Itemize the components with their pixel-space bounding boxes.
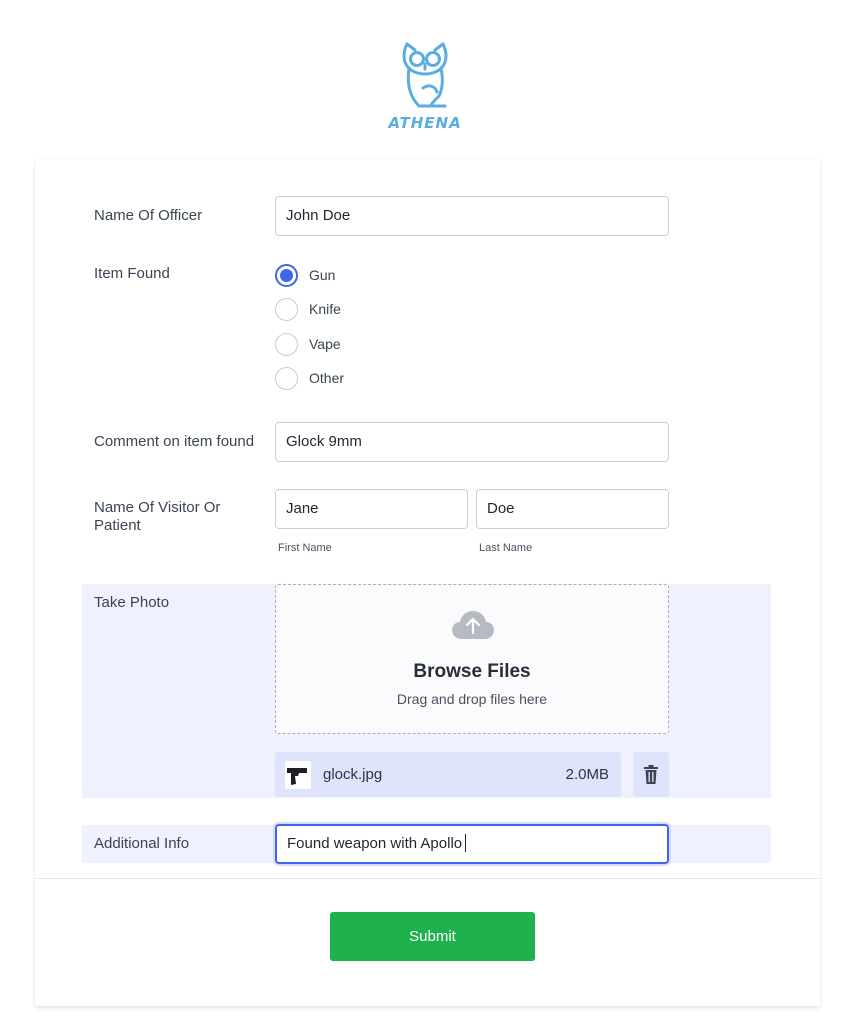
report-form-card: Name Of Officer John Doe Item Found Gun … [35,160,820,1006]
comment-label: Comment on item found [94,433,255,450]
first-name-sublabel: First Name [278,542,332,554]
submit-button[interactable]: Submit [330,912,535,961]
text-caret [465,833,467,852]
radio-label-knife: Knife [309,301,341,317]
browse-files-title[interactable]: Browse Files [276,661,668,683]
visitor-label: Name Of Visitor Or Patient [94,499,221,534]
radio-label-vape: Vape [309,336,341,352]
visitor-first-name-input[interactable]: Jane [275,489,468,529]
trash-icon [644,765,658,784]
brand-name: ATHENA [388,114,462,132]
radio-vape[interactable] [275,332,298,356]
comment-input[interactable]: Glock 9mm [275,422,669,462]
form-divider [35,878,820,879]
radio-option-knife[interactable]: Knife [275,297,341,321]
additional-info-label: Additional Info [94,835,190,852]
radio-gun[interactable] [275,263,298,287]
radio-other[interactable] [275,366,298,390]
radio-knife[interactable] [275,297,298,321]
additional-info-input[interactable]: Found weapon with Apollo [275,824,669,864]
item-found-label: Item Found [94,265,170,282]
file-name: glock.jpg [323,766,383,783]
owl-icon [402,42,448,108]
file-thumbnail [285,761,311,789]
uploaded-file-item: glock.jpg 2.0MB [275,752,621,797]
drag-drop-hint: Drag and drop files here [396,691,548,707]
last-name-sublabel: Last Name [479,542,533,554]
pistol-thumbnail-icon [287,768,307,785]
officer-name-input[interactable]: John Doe [275,196,669,236]
athena-logo: ATHENA [360,38,490,134]
radio-option-other[interactable]: Other [275,366,344,390]
radio-option-vape[interactable]: Vape [275,332,341,356]
delete-file-button[interactable] [633,752,669,797]
radio-option-gun[interactable]: Gun [275,263,335,287]
officer-label: Name Of Officer [94,207,203,224]
take-photo-label: Take Photo [94,594,170,611]
file-size: 2.0MB [565,766,609,783]
file-dropzone[interactable]: Browse Files Drag and drop files here [275,584,669,734]
visitor-last-name-input[interactable]: Doe [476,489,669,529]
additional-info-text: Found weapon with Apollo [287,835,463,852]
radio-label-other: Other [309,370,345,386]
radio-label-gun: Gun [309,267,336,283]
cloud-upload-icon [452,611,494,639]
